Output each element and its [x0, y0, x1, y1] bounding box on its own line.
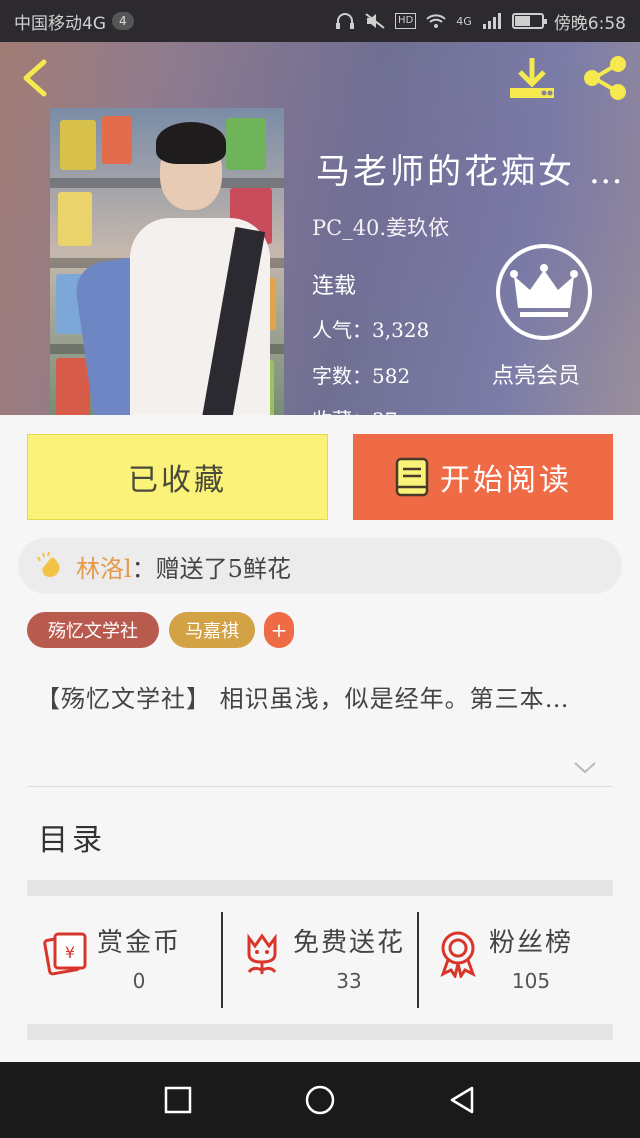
- gift-message: ：赠送了5鲜花: [131, 554, 291, 583]
- book-description: 【殇忆文学社】 相识虽浅，似是经年。第三本…: [36, 685, 570, 713]
- send-flowers-value: 33: [336, 969, 362, 993]
- fan-ranking-value: 105: [511, 969, 551, 993]
- fan-ranking-label: 粉丝榜: [489, 928, 574, 958]
- medal-icon: [440, 931, 476, 978]
- svg-text:¥: ¥: [65, 943, 75, 962]
- book-author[interactable]: PC_40.姜玖依: [312, 212, 449, 242]
- fan-ranking-cell[interactable]: 粉丝榜 105: [417, 912, 613, 1008]
- reward-coins-value: 0: [132, 969, 146, 993]
- gift-user[interactable]: 林洛l: [76, 549, 132, 584]
- send-flowers-label: 免费送花: [293, 928, 406, 958]
- back-triangle-icon[interactable]: [446, 1084, 478, 1116]
- section-separator: [27, 880, 613, 896]
- start-reading-label: 开始阅读: [440, 463, 572, 498]
- clap-icon: [37, 551, 60, 577]
- reward-coins-label: 赏金币: [97, 928, 182, 958]
- book-title: 马老师的花痴女 …: [316, 152, 626, 192]
- support-row: ¥ 赏金币 0 免费送花 33 粉丝榜 105: [27, 912, 613, 1008]
- tag-club[interactable]: 殇忆文学社: [27, 612, 159, 648]
- hd-icon: HD: [395, 13, 417, 29]
- book-status: 连载: [312, 274, 357, 299]
- add-tag-button[interactable]: +: [264, 612, 294, 648]
- home-icon[interactable]: [304, 1084, 336, 1116]
- headphones-icon: [336, 13, 355, 29]
- favorites-stat: 收藏：37: [312, 404, 397, 415]
- collected-button[interactable]: 已收藏: [27, 434, 328, 520]
- start-reading-button[interactable]: 开始阅读: [353, 434, 613, 520]
- notification-count-badge: 4: [112, 12, 134, 30]
- status-bar: 中国移动4G 4 HD 4G 傍晚6:58: [0, 0, 640, 42]
- tag-character[interactable]: 马嘉祺: [169, 612, 255, 648]
- divider: [27, 786, 613, 787]
- red-envelope-icon: ¥: [43, 932, 87, 976]
- wifi-icon: [426, 14, 446, 28]
- book-icon: [395, 457, 429, 497]
- download-icon[interactable]: [506, 54, 558, 102]
- section-separator: [27, 1024, 613, 1040]
- reward-coins-cell[interactable]: ¥ 赏金币 0: [27, 912, 221, 1008]
- network-type: 4G: [456, 14, 472, 28]
- table-of-contents-title[interactable]: 目录: [38, 815, 106, 859]
- battery-icon: [511, 13, 547, 29]
- gift-notice[interactable]: 林洛l ：赠送了5鲜花: [18, 538, 622, 594]
- mute-icon: [365, 13, 385, 29]
- crown-icon[interactable]: [494, 242, 594, 342]
- recent-apps-icon[interactable]: [162, 1084, 194, 1116]
- send-flowers-cell[interactable]: 免费送花 33: [221, 912, 417, 1008]
- carrier-label: 中国移动4G: [14, 13, 106, 34]
- book-header: 马老师的花痴女 … PC_40.姜玖依 连载 人气：3,328 字数：582 收…: [0, 42, 640, 415]
- book-cover-image[interactable]: [50, 108, 284, 415]
- system-nav-bar: [0, 1062, 640, 1138]
- collected-label: 已收藏: [128, 463, 227, 498]
- clock: 傍晚6:58: [553, 13, 626, 34]
- share-icon[interactable]: [580, 54, 630, 102]
- flower-icon: [247, 933, 277, 974]
- back-arrow-icon[interactable]: [14, 56, 54, 100]
- chevron-down-icon[interactable]: [572, 760, 598, 776]
- signal-icon: [482, 13, 501, 29]
- popularity-stat: 人气：3,328: [312, 318, 430, 342]
- word-count-stat: 字数：582: [312, 364, 411, 388]
- vip-label[interactable]: 点亮会员: [492, 358, 580, 390]
